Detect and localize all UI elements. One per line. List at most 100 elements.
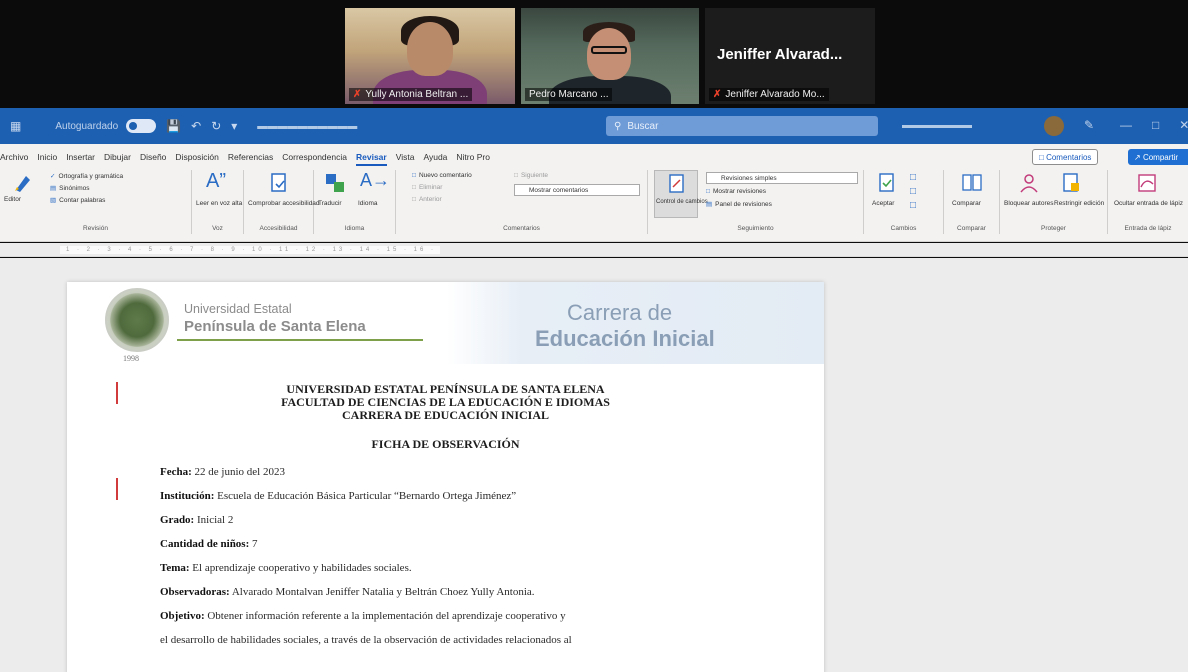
compare-button[interactable]: Comparar (952, 200, 981, 207)
delete-comment-button[interactable]: □ Eliminar (412, 184, 442, 191)
header-underline (177, 339, 423, 341)
tab-archivo[interactable]: Archivo (0, 152, 28, 166)
tab-referencias[interactable]: Referencias (228, 152, 273, 166)
markup-dropdown[interactable]: Revisiones simples (706, 172, 858, 184)
pen-icon[interactable]: ✎ (1084, 118, 1094, 132)
participant-name: Pedro Marcano ... (529, 89, 609, 100)
comment-icon: □ (1039, 152, 1047, 162)
participant-name: Yully Antonia Beltran ... (365, 89, 469, 100)
language-button[interactable]: Idioma (358, 200, 378, 207)
restrict-editing-icon (1063, 173, 1079, 192)
field-fecha: Fecha: 22 de junio del 2023 (160, 466, 285, 478)
document-page[interactable]: 1998 Universidad Estatal Península de Sa… (67, 282, 824, 672)
hide-ink-icon (1138, 174, 1156, 192)
tab-vista[interactable]: Vista (396, 152, 415, 166)
thesaurus-button[interactable]: ▤ Sinónimos (50, 184, 90, 193)
new-comment-button[interactable]: □ Nuevo comentario (412, 172, 472, 179)
reviewing-pane-button[interactable]: ▤ Panel de revisiones (706, 200, 772, 209)
tab-nitro-pro[interactable]: Nitro Pro (456, 152, 490, 166)
share-button-label: Compartir (1142, 152, 1179, 162)
next-comment-icon: □ (514, 172, 518, 179)
check-accessibility-button[interactable]: Comprobar accesibilidad (248, 200, 320, 207)
word-count-button[interactable]: ▧ Contar palabras (50, 196, 105, 205)
participant-tile-2[interactable]: Pedro Marcano ... (521, 8, 699, 104)
restrict-editing-button[interactable]: Restringir edición (1054, 200, 1104, 207)
search-box[interactable]: ⚲ Buscar (606, 116, 878, 136)
block-authors-button[interactable]: Bloquear autores (1004, 200, 1054, 207)
maximize-icon[interactable]: □ (1152, 118, 1159, 132)
word-app-icon: ▦ (10, 119, 22, 133)
group-label: Proteger (1041, 225, 1066, 232)
previous-comment-icon: □ (412, 196, 416, 203)
window-controls: — □ ✕ (1120, 118, 1188, 132)
count-icon: ▧ (50, 197, 57, 204)
logo-year: 1998 (123, 354, 139, 363)
editor-button[interactable]: Editor (4, 196, 21, 203)
document-canvas: 1998 Universidad Estatal Península de Sa… (0, 258, 1188, 672)
tab-correspondencia[interactable]: Correspondencia (282, 152, 347, 166)
next-change-icon[interactable]: □ (910, 200, 916, 211)
group-proteger: Bloquear autores Restringir edición Prot… (1000, 170, 1108, 234)
save-icon[interactable]: 💾 (166, 119, 181, 133)
previous-change-icon[interactable]: □ (910, 186, 916, 197)
next-comment-button[interactable]: □ Siguiente (514, 172, 548, 179)
group-label: Comparar (957, 225, 986, 232)
career-line1: Carrera de (567, 300, 673, 325)
university-name-line2: Península de Santa Elena (184, 318, 366, 335)
tab-diseno[interactable]: Diseño (140, 152, 166, 166)
accept-icon (879, 173, 894, 192)
group-voz: A” Leer en voz alta Voz (192, 170, 244, 234)
close-icon[interactable]: ✕ (1179, 118, 1188, 132)
comments-button[interactable]: □ Comentarios (1032, 149, 1099, 165)
document-name[interactable]: ▬▬▬▬▬▬▬▬▬▬ (257, 121, 357, 132)
field-tema: Tema: El aprendizaje cooperativo y habil… (160, 562, 412, 574)
participant-tile-3[interactable]: Jeniffer Alvarad... ✗ Jeniffer Alvarado … (705, 8, 875, 104)
translate-button[interactable]: Traducir (318, 200, 342, 207)
track-changes-label: Control de cambios (656, 199, 708, 205)
group-comparar: Comparar Comparar (944, 170, 1000, 234)
show-comments-dropdown[interactable]: Mostrar comentarios (514, 184, 640, 196)
minimize-icon[interactable]: — (1120, 118, 1132, 132)
group-label: Seguimiento (737, 225, 774, 232)
tab-disposicion[interactable]: Disposición (175, 152, 218, 166)
redo-icon[interactable]: ↻ (211, 119, 221, 133)
ruler-scale[interactable]: 1 · 2 · 3 · 4 · 5 · 6 · 7 · 8 · 9 · 10 ·… (60, 246, 440, 254)
compare-icon (962, 174, 982, 191)
participant-tile-1[interactable]: ✗ Yully Antonia Beltran ... (345, 8, 515, 104)
tab-dibujar[interactable]: Dibujar (104, 152, 131, 166)
user-avatar[interactable] (1044, 116, 1064, 136)
share-button[interactable]: ↗ Compartir (1128, 149, 1188, 165)
track-changes-icon (669, 174, 684, 193)
read-aloud-icon: A” (206, 170, 226, 192)
participant-display-name: Jeniffer Alvarad... (717, 46, 843, 63)
autosave-toggle[interactable] (126, 119, 157, 133)
undo-icon[interactable]: ↶ (191, 119, 201, 133)
previous-comment-button[interactable]: □ Anterior (412, 196, 442, 203)
ruler: 1 · 2 · 3 · 4 · 5 · 6 · 7 · 8 · 9 · 10 ·… (0, 243, 1188, 257)
qat-more-icon[interactable]: ▾ (231, 119, 237, 133)
editor-icon[interactable] (12, 172, 34, 194)
read-aloud-button[interactable]: Leer en voz alta (196, 200, 242, 207)
group-label: Accesibilidad (259, 225, 298, 232)
group-label: Entrada de lápiz (1124, 225, 1172, 232)
revision-mark (116, 478, 118, 500)
group-cambios: □ □ □ Aceptar Cambios (864, 170, 944, 234)
spelling-button[interactable]: ✓ Ortografía y gramática (50, 172, 123, 181)
language-icon: A→ (360, 170, 391, 190)
tab-inicio[interactable]: Inicio (37, 152, 57, 166)
accept-button[interactable]: Aceptar (872, 200, 894, 207)
tab-ayuda[interactable]: Ayuda (423, 152, 447, 166)
account-name[interactable]: ▬▬▬▬▬▬▬ (902, 120, 972, 131)
ribbon: Archivo Inicio Insertar Dibujar Diseño D… (0, 144, 1188, 242)
tab-revisar[interactable]: Revisar (355, 152, 387, 166)
comments-button-label: Comentarios (1046, 152, 1092, 162)
tab-insertar[interactable]: Insertar (66, 152, 95, 166)
track-changes-button[interactable]: Control de cambios (654, 170, 708, 218)
show-markup-button[interactable]: □ Mostrar revisiones (706, 188, 766, 195)
university-logo (105, 288, 169, 352)
hide-ink-button[interactable]: Ocultar entrada de lápiz (1114, 200, 1183, 207)
translate-icon (326, 174, 344, 192)
reject-icon[interactable]: □ (910, 172, 916, 183)
group-label: Voz (212, 225, 223, 232)
field-objetivo: Objetivo: Obtener información referente … (160, 610, 566, 622)
